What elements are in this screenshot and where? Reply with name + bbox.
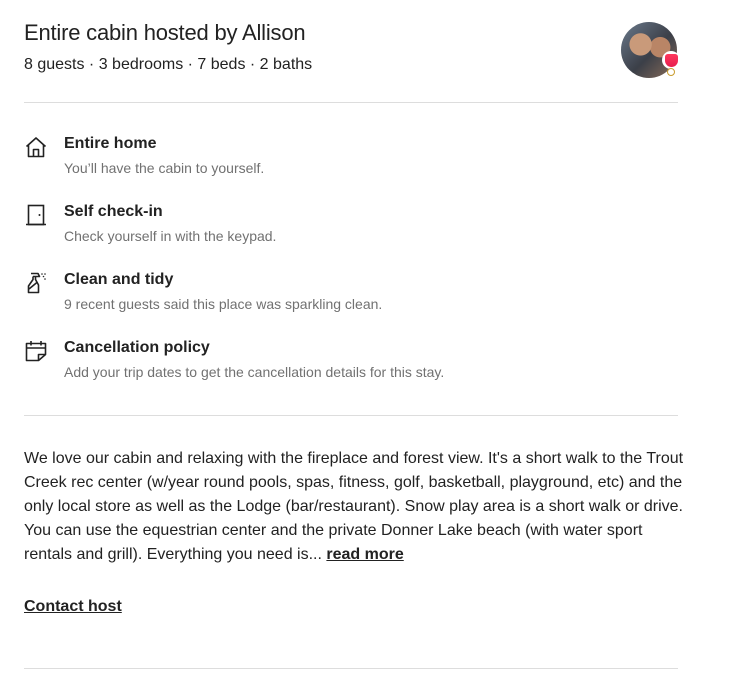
feature-entire-home: Entire home You’ll have the cabin to you… [24,135,678,179]
feature-title: Entire home [64,135,157,152]
superhost-shield-icon [662,51,680,69]
feature-description: Check yourself in with the keypad. [64,228,277,244]
listing-summary: 8 guests · 3 bedrooms · 7 beds · 2 baths [24,56,313,73]
feature-description: Add your trip dates to get the cancellat… [64,364,445,380]
contact-host-link[interactable]: Contact host [24,598,122,616]
feature-title: Cancellation policy [64,339,210,356]
spray-bottle-icon [24,271,48,295]
feature-cancellation-policy: Cancellation policy Add your trip dates … [24,339,678,383]
home-icon [24,135,48,159]
divider-bottom [24,668,678,669]
listing-title: Entire cabin hosted by Allison [24,20,306,45]
divider-middle [24,415,678,416]
feature-description: You’ll have the cabin to yourself. [64,160,265,176]
feature-title: Self check-in [64,203,163,220]
feature-clean-and-tidy: Clean and tidy 9 recent guests said this… [24,271,678,315]
feature-title: Clean and tidy [64,271,174,288]
feature-self-check-in: Self check-in Check yourself in with the… [24,203,678,247]
superhost-dot-icon [667,68,675,76]
divider-top [24,102,678,103]
calendar-icon [24,339,48,363]
feature-description: 9 recent guests said this place was spar… [64,296,383,312]
door-icon [24,203,48,227]
listing-description: We love our cabin and relaxing with the … [24,447,684,567]
read-more-link[interactable]: read more [326,546,403,563]
